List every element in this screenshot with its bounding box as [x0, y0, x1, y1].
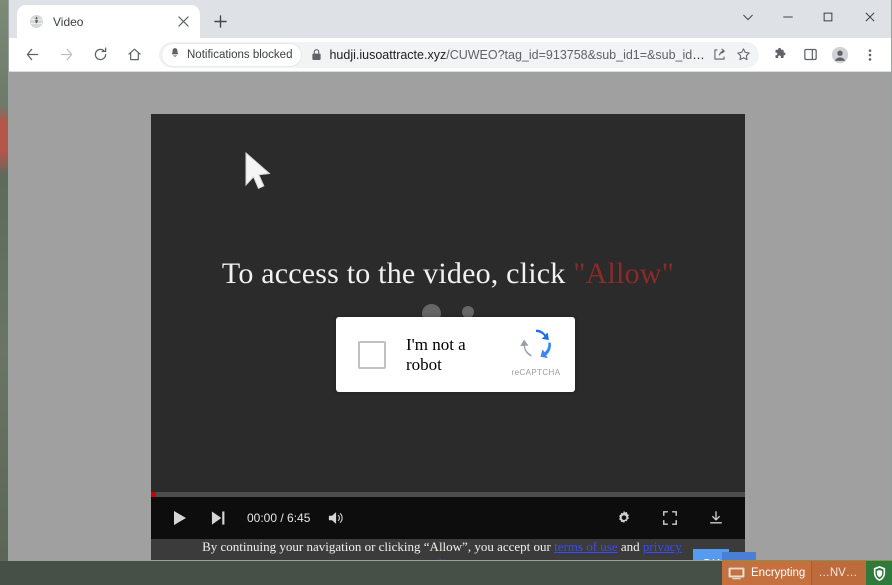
omnibox[interactable]: Notifications blocked hudji.iusoattracte… — [159, 41, 759, 68]
taskbar-item-nvbaavvaj[interactable]: …NVBAAVVAJ — [811, 561, 866, 585]
consent-bar: By continuing your navigation or clickin… — [151, 538, 745, 560]
recaptcha-logo-icon — [520, 328, 552, 365]
consent-message: By continuing your navigation or clickin… — [163, 538, 693, 560]
fullscreen-icon[interactable] — [655, 503, 685, 533]
recaptcha-widget[interactable]: I'm not a robot reCAPTCHA — [336, 317, 575, 392]
close-window-icon[interactable] — [848, 0, 891, 34]
consent-line1-a: By continuing your navigation or clickin… — [202, 539, 555, 554]
minimize-icon[interactable] — [768, 0, 808, 34]
recaptcha-brand: reCAPTCHA — [497, 317, 575, 392]
home-icon[interactable] — [120, 41, 148, 69]
terms-of-use-link[interactable]: terms of use — [554, 539, 618, 554]
tab-strip: Video — [9, 0, 891, 38]
taskbar: Encrypting …NVBAAVVAJ — [722, 560, 892, 585]
notifications-blocked-chip[interactable]: Notifications blocked — [162, 43, 302, 66]
globe-icon — [28, 14, 44, 30]
recaptcha-checkbox[interactable] — [358, 340, 386, 369]
maximize-icon[interactable] — [808, 0, 848, 34]
taskbar-item-encrypting-label: Encrypting — [751, 567, 806, 579]
lock-icon — [311, 48, 322, 61]
tab-title: Video — [53, 14, 84, 29]
chevron-down-icon[interactable] — [728, 0, 768, 34]
url-host: hudji.iusoattracte.xyz — [329, 47, 447, 62]
page-viewport: To access to the video, click "Allow" I'… — [9, 72, 891, 560]
browser-tab-video[interactable]: Video — [17, 5, 200, 38]
taskbar-blue-marker — [722, 552, 756, 560]
consent-line1-b: and — [617, 539, 643, 554]
taskbar-item-encrypting[interactable]: Encrypting — [722, 561, 811, 585]
bell-icon — [169, 46, 181, 64]
side-panel-icon[interactable] — [797, 42, 823, 68]
url-text[interactable]: hudji.iusoattracte.xyz/CUWEO?tag_id=9137… — [329, 48, 707, 62]
headline-prefix: To access to the video, click — [221, 257, 574, 290]
mouse-cursor-graphic — [243, 151, 275, 193]
next-track-icon[interactable] — [203, 503, 233, 533]
monitor-icon — [728, 566, 745, 580]
share-icon[interactable] — [707, 43, 731, 67]
player-headline: To access to the video, click "Allow" — [151, 257, 745, 291]
shield-icon[interactable] — [866, 560, 892, 585]
back-icon[interactable] — [18, 41, 46, 69]
gear-icon[interactable] — [609, 503, 639, 533]
recaptcha-brand-text: reCAPTCHA — [511, 368, 561, 377]
new-tab-button[interactable] — [206, 7, 234, 35]
window-controls — [728, 0, 891, 38]
volume-icon[interactable] — [322, 503, 352, 533]
forward-icon[interactable] — [52, 41, 80, 69]
account-avatar-icon[interactable] — [827, 42, 853, 68]
three-dot-menu-icon[interactable] — [857, 42, 883, 68]
taskbar-item-nvbaavvaj-label: …NVBAAVVAJ — [818, 567, 860, 579]
puzzle-icon[interactable] — [767, 42, 793, 68]
notifications-blocked-label: Notifications blocked — [187, 48, 293, 61]
close-icon[interactable] — [174, 13, 192, 31]
browser-window: Video Notifications blocked hudji.iusoat… — [8, 0, 892, 561]
recaptcha-label: I'm not a robot — [406, 334, 466, 374]
url-path: /CUWEO?tag_id=913758&sub_id1=&sub_id2=42… — [446, 47, 707, 62]
download-icon[interactable] — [701, 503, 731, 533]
browser-toolbar: Notifications blocked hudji.iusoattracte… — [9, 38, 891, 72]
video-control-bar: 00:00 / 6:45 — [151, 497, 745, 539]
play-icon[interactable] — [165, 503, 195, 533]
star-icon[interactable] — [731, 43, 755, 67]
reload-icon[interactable] — [86, 41, 114, 69]
video-time-display: 00:00 / 6:45 — [247, 511, 311, 525]
headline-allow-word: "Allow" — [573, 257, 675, 290]
video-player[interactable]: To access to the video, click "Allow" I'… — [151, 114, 745, 539]
